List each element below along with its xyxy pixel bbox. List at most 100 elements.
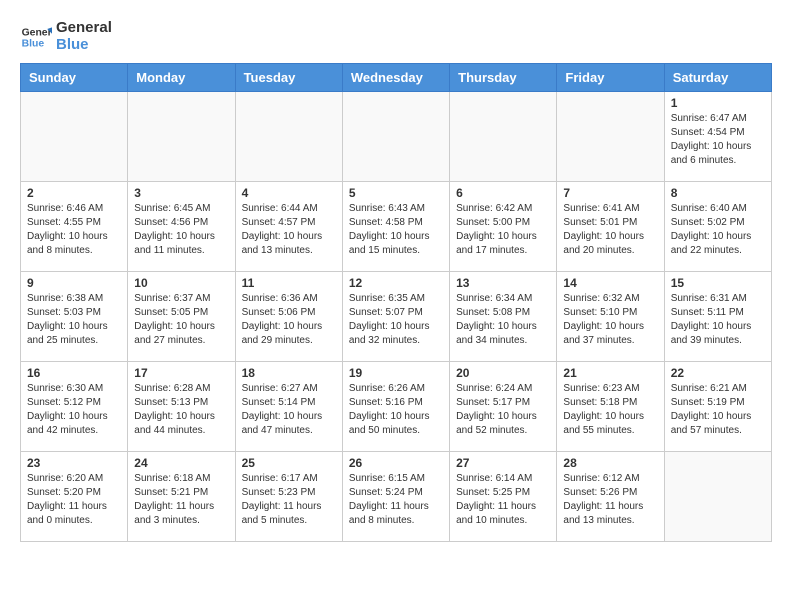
calendar-cell: 1 Sunrise: 6:47 AM Sunset: 4:54 PM Daylig… <box>664 92 771 182</box>
calendar-cell: 27 Sunrise: 6:14 AM Sunset: 5:25 PM Dayli… <box>450 452 557 542</box>
day-number: 25 <box>242 456 336 470</box>
day-header-monday: Monday <box>128 64 235 92</box>
calendar-cell <box>450 92 557 182</box>
day-number: 6 <box>456 186 550 200</box>
day-header-tuesday: Tuesday <box>235 64 342 92</box>
day-header-thursday: Thursday <box>450 64 557 92</box>
day-number: 1 <box>671 96 765 110</box>
day-number: 22 <box>671 366 765 380</box>
day-info: Sunrise: 6:46 AM Sunset: 4:55 PM Dayligh… <box>27 202 121 258</box>
day-number: 24 <box>134 456 228 470</box>
calendar-cell: 5Sunrise: 6:43 AM Sunset: 4:58 PM Daylig… <box>342 182 449 272</box>
day-info: Sunrise: 6:35 AM Sunset: 5:07 PM Dayligh… <box>349 292 443 348</box>
day-info: Sunrise: 6:26 AM Sunset: 5:16 PM Dayligh… <box>349 382 443 438</box>
day-info: Sunrise: 6:47 AM Sunset: 4:54 PM Dayligh… <box>671 112 765 168</box>
calendar-week-0: 1 Sunrise: 6:47 AM Sunset: 4:54 PM Daylig… <box>21 92 772 182</box>
logo: General Blue General Blue <box>20 20 112 53</box>
calendar-cell: 11 Sunrise: 6:36 AM Sunset: 5:06 PM Dayli… <box>235 272 342 362</box>
calendar-header-row: SundayMondayTuesdayWednesdayThursdayFrid… <box>21 64 772 92</box>
day-number: 13 <box>456 276 550 290</box>
svg-text:Blue: Blue <box>22 38 45 49</box>
day-number: 18 <box>242 366 336 380</box>
calendar-cell: 21Sunrise: 6:23 AM Sunset: 5:18 PM Dayli… <box>557 362 664 452</box>
calendar-cell: 25 Sunrise: 6:17 AM Sunset: 5:23 PM Dayli… <box>235 452 342 542</box>
calendar-cell: 22Sunrise: 6:21 AM Sunset: 5:19 PM Dayli… <box>664 362 771 452</box>
calendar-cell <box>342 92 449 182</box>
day-number: 12 <box>349 276 443 290</box>
calendar-cell: 13 Sunrise: 6:34 AM Sunset: 5:08 PM Dayli… <box>450 272 557 362</box>
day-info: Sunrise: 6:34 AM Sunset: 5:08 PM Dayligh… <box>456 292 550 348</box>
day-header-wednesday: Wednesday <box>342 64 449 92</box>
calendar-cell: 14 Sunrise: 6:32 AM Sunset: 5:10 PM Dayli… <box>557 272 664 362</box>
day-info: Sunrise: 6:24 AM Sunset: 5:17 PM Dayligh… <box>456 382 550 438</box>
logo-icon: General Blue <box>20 21 52 53</box>
day-info: Sunrise: 6:20 AM Sunset: 5:20 PM Dayligh… <box>27 472 121 528</box>
day-number: 16 <box>27 366 121 380</box>
day-info: Sunrise: 6:30 AM Sunset: 5:12 PM Dayligh… <box>27 382 121 438</box>
day-number: 28 <box>563 456 657 470</box>
day-info: Sunrise: 6:12 AM Sunset: 5:26 PM Dayligh… <box>563 472 657 528</box>
day-number: 21 <box>563 366 657 380</box>
day-info: Sunrise: 6:44 AM Sunset: 4:57 PM Dayligh… <box>242 202 336 258</box>
day-number: 11 <box>242 276 336 290</box>
calendar-cell: 6 Sunrise: 6:42 AM Sunset: 5:00 PM Daylig… <box>450 182 557 272</box>
calendar-cell: 26 Sunrise: 6:15 AM Sunset: 5:24 PM Dayli… <box>342 452 449 542</box>
day-info: Sunrise: 6:40 AM Sunset: 5:02 PM Dayligh… <box>671 202 765 258</box>
day-number: 10 <box>134 276 228 290</box>
day-number: 15 <box>671 276 765 290</box>
day-header-sunday: Sunday <box>21 64 128 92</box>
day-info: Sunrise: 6:36 AM Sunset: 5:06 PM Dayligh… <box>242 292 336 348</box>
calendar-cell: 12 Sunrise: 6:35 AM Sunset: 5:07 PM Dayli… <box>342 272 449 362</box>
calendar-week-4: 23Sunrise: 6:20 AM Sunset: 5:20 PM Dayli… <box>21 452 772 542</box>
day-info: Sunrise: 6:18 AM Sunset: 5:21 PM Dayligh… <box>134 472 228 528</box>
header: General Blue General Blue <box>20 20 772 53</box>
day-info: Sunrise: 6:32 AM Sunset: 5:10 PM Dayligh… <box>563 292 657 348</box>
calendar-cell: 3 Sunrise: 6:45 AM Sunset: 4:56 PM Daylig… <box>128 182 235 272</box>
day-info: Sunrise: 6:42 AM Sunset: 5:00 PM Dayligh… <box>456 202 550 258</box>
day-number: 14 <box>563 276 657 290</box>
calendar-cell <box>557 92 664 182</box>
day-number: 17 <box>134 366 228 380</box>
calendar-cell: 24 Sunrise: 6:18 AM Sunset: 5:21 PM Dayli… <box>128 452 235 542</box>
calendar-cell: 4 Sunrise: 6:44 AM Sunset: 4:57 PM Daylig… <box>235 182 342 272</box>
day-number: 19 <box>349 366 443 380</box>
calendar-cell: 2 Sunrise: 6:46 AM Sunset: 4:55 PM Daylig… <box>21 182 128 272</box>
day-number: 7 <box>563 186 657 200</box>
day-number: 3 <box>134 186 228 200</box>
calendar-cell: 7Sunrise: 6:41 AM Sunset: 5:01 PM Daylig… <box>557 182 664 272</box>
day-number: 26 <box>349 456 443 470</box>
calendar-cell: 23Sunrise: 6:20 AM Sunset: 5:20 PM Dayli… <box>21 452 128 542</box>
day-header-saturday: Saturday <box>664 64 771 92</box>
day-info: Sunrise: 6:17 AM Sunset: 5:23 PM Dayligh… <box>242 472 336 528</box>
day-info: Sunrise: 6:43 AM Sunset: 4:58 PM Dayligh… <box>349 202 443 258</box>
calendar-week-2: 9 Sunrise: 6:38 AM Sunset: 5:03 PM Daylig… <box>21 272 772 362</box>
calendar-cell <box>235 92 342 182</box>
day-number: 2 <box>27 186 121 200</box>
calendar-cell: 15 Sunrise: 6:31 AM Sunset: 5:11 PM Dayli… <box>664 272 771 362</box>
calendar-cell <box>128 92 235 182</box>
day-info: Sunrise: 6:15 AM Sunset: 5:24 PM Dayligh… <box>349 472 443 528</box>
day-info: Sunrise: 6:31 AM Sunset: 5:11 PM Dayligh… <box>671 292 765 348</box>
calendar-cell: 18 Sunrise: 6:27 AM Sunset: 5:14 PM Dayli… <box>235 362 342 452</box>
calendar-cell <box>664 452 771 542</box>
day-info: Sunrise: 6:14 AM Sunset: 5:25 PM Dayligh… <box>456 472 550 528</box>
day-number: 4 <box>242 186 336 200</box>
day-number: 27 <box>456 456 550 470</box>
calendar-week-3: 16 Sunrise: 6:30 AM Sunset: 5:12 PM Dayli… <box>21 362 772 452</box>
calendar-cell: 28 Sunrise: 6:12 AM Sunset: 5:26 PM Dayli… <box>557 452 664 542</box>
calendar-week-1: 2 Sunrise: 6:46 AM Sunset: 4:55 PM Daylig… <box>21 182 772 272</box>
logo-text: General Blue <box>56 20 112 53</box>
calendar-cell: 16 Sunrise: 6:30 AM Sunset: 5:12 PM Dayli… <box>21 362 128 452</box>
calendar-table: SundayMondayTuesdayWednesdayThursdayFrid… <box>20 63 772 542</box>
day-number: 20 <box>456 366 550 380</box>
day-info: Sunrise: 6:28 AM Sunset: 5:13 PM Dayligh… <box>134 382 228 438</box>
day-number: 8 <box>671 186 765 200</box>
day-header-friday: Friday <box>557 64 664 92</box>
day-info: Sunrise: 6:37 AM Sunset: 5:05 PM Dayligh… <box>134 292 228 348</box>
calendar-cell: 9 Sunrise: 6:38 AM Sunset: 5:03 PM Daylig… <box>21 272 128 362</box>
day-info: Sunrise: 6:27 AM Sunset: 5:14 PM Dayligh… <box>242 382 336 438</box>
day-info: Sunrise: 6:45 AM Sunset: 4:56 PM Dayligh… <box>134 202 228 258</box>
day-number: 9 <box>27 276 121 290</box>
calendar-cell: 10 Sunrise: 6:37 AM Sunset: 5:05 PM Dayli… <box>128 272 235 362</box>
day-info: Sunrise: 6:38 AM Sunset: 5:03 PM Dayligh… <box>27 292 121 348</box>
